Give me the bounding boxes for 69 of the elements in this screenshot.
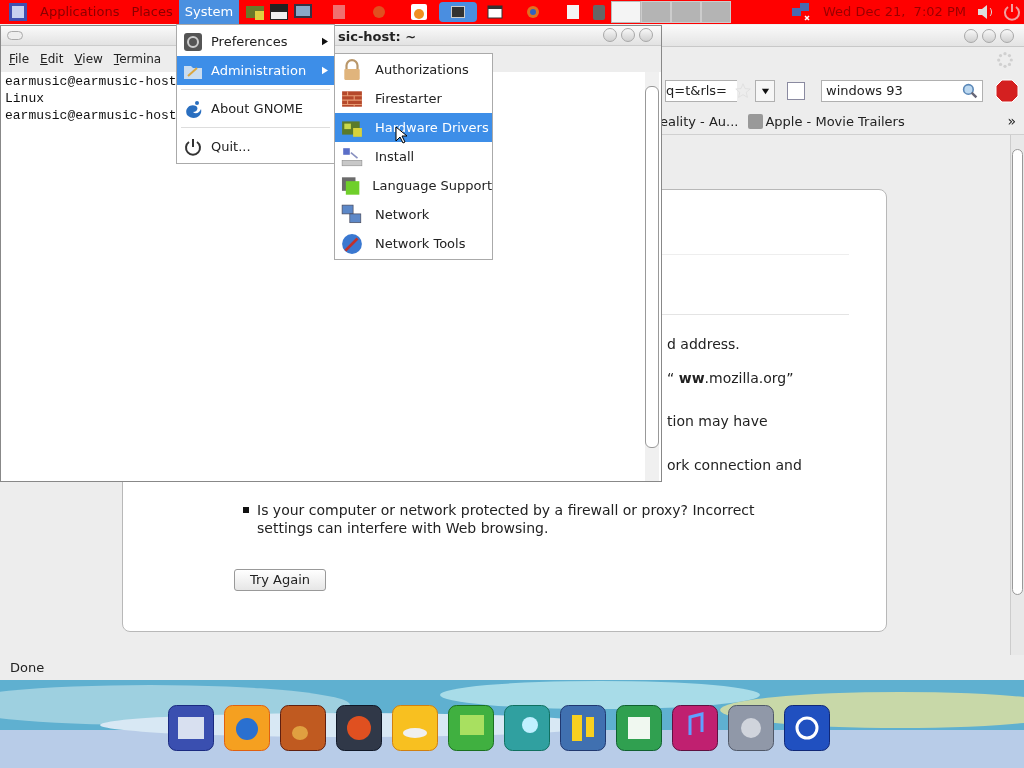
stop-sign-icon[interactable] bbox=[995, 79, 1019, 103]
network-computers-icon bbox=[341, 203, 363, 226]
error-text: d address. bbox=[667, 335, 741, 354]
url-field[interactable]: q=t&rls= bbox=[665, 80, 737, 102]
power-icon bbox=[183, 136, 203, 157]
window-title: sic-host: ~ bbox=[338, 28, 417, 46]
overflow-chevron[interactable]: » bbox=[1007, 111, 1024, 132]
spinner-icon bbox=[996, 51, 1014, 69]
disk-drive-icon bbox=[341, 145, 363, 168]
padlock-icon bbox=[341, 58, 363, 81]
error-text: ork connection and bbox=[667, 456, 803, 475]
submenu-arrow-icon bbox=[322, 37, 328, 46]
terminal-line: earmusic@earmusic-host bbox=[5, 107, 177, 124]
bookmark-link[interactable]: eality - Au... bbox=[660, 111, 739, 132]
terminal-line: earmusic@earmusic-host bbox=[5, 73, 177, 90]
overlapping-squares-icon bbox=[341, 174, 361, 197]
menu-item[interactable]: About GNOME bbox=[177, 94, 334, 123]
menu-item[interactable]: Install bbox=[335, 142, 492, 171]
scrollbar[interactable] bbox=[1010, 135, 1024, 655]
terminal-line: Linux bbox=[5, 90, 44, 107]
bookmark-link[interactable]: Apple - Movie Trailers bbox=[765, 111, 905, 132]
menu-item[interactable]: Edit bbox=[40, 50, 64, 68]
menu-item[interactable]: View bbox=[74, 50, 103, 68]
error-text: tion may have bbox=[667, 412, 769, 431]
menu-item[interactable]: File bbox=[9, 50, 30, 68]
menu-item[interactable]: Preferences bbox=[177, 27, 334, 56]
music-note-icon[interactable] bbox=[672, 705, 718, 751]
dropdown-button[interactable] bbox=[755, 80, 775, 102]
try-again-button[interactable]: Try Again bbox=[234, 569, 326, 591]
apple-icon[interactable] bbox=[748, 114, 764, 129]
search-field[interactable]: windows 93 bbox=[821, 80, 983, 102]
window-control-button[interactable] bbox=[1000, 28, 1014, 43]
window-control-button[interactable] bbox=[603, 28, 617, 42]
photo-icon[interactable] bbox=[448, 705, 494, 751]
power-icon[interactable] bbox=[784, 705, 830, 751]
window-control-button[interactable] bbox=[964, 28, 978, 43]
workspace-thumbnail[interactable] bbox=[671, 1, 702, 23]
menu-item[interactable]: Language Support bbox=[335, 171, 492, 200]
bullet-icon bbox=[243, 507, 249, 513]
window-menu-button[interactable] bbox=[7, 31, 23, 40]
letter-logo-icon[interactable] bbox=[168, 705, 214, 751]
workspace-thumbnail[interactable] bbox=[701, 1, 732, 23]
status-text: Done bbox=[10, 658, 45, 677]
network-icon[interactable] bbox=[790, 2, 811, 22]
headphones-icon[interactable] bbox=[409, 2, 430, 22]
globe-wrench-icon bbox=[341, 232, 363, 255]
workspace-thumbnail[interactable] bbox=[611, 1, 642, 23]
window-icon[interactable] bbox=[485, 2, 506, 22]
menu-item[interactable]: Firestarter bbox=[335, 84, 492, 113]
window-control-button[interactable] bbox=[639, 28, 653, 42]
taskbar-button[interactable] bbox=[439, 2, 478, 22]
search-engine-icon[interactable] bbox=[787, 82, 805, 100]
workspace-thumbnail[interactable] bbox=[641, 1, 672, 23]
menu-item[interactable]: Termina bbox=[113, 50, 162, 68]
window-control-button[interactable] bbox=[621, 28, 635, 42]
menu-item[interactable]: Quit... bbox=[177, 132, 334, 161]
submenu-arrow-icon bbox=[322, 66, 328, 75]
terminal-icon bbox=[451, 6, 466, 18]
menu-item[interactable]: Network Tools bbox=[335, 229, 492, 258]
bullet-text: Is your computer or network protected by a firewall or proxy? Incorrect settings can interfere with Web browsing. bbox=[257, 501, 756, 537]
search-icon[interactable] bbox=[962, 83, 978, 99]
menu-item[interactable]: Network bbox=[335, 200, 492, 229]
caret-icon bbox=[760, 86, 770, 96]
menu-item[interactable]: Authorizations bbox=[335, 55, 492, 84]
scroll-thumb[interactable] bbox=[1012, 149, 1023, 595]
letter-logo-icon[interactable] bbox=[8, 2, 28, 22]
star-icon[interactable] bbox=[735, 83, 751, 99]
error-text: “ ww.mozilla.org” bbox=[667, 369, 795, 388]
window-control-button[interactable] bbox=[982, 28, 996, 43]
